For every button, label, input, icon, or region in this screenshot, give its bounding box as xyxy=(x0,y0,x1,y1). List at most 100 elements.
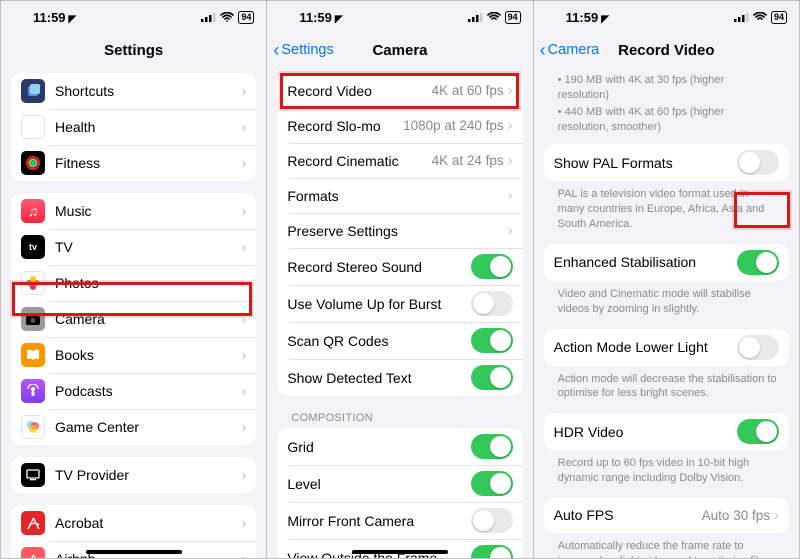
label: Grid xyxy=(287,439,470,455)
row-scan-qr[interactable]: Scan QR Codes xyxy=(277,322,522,359)
row-formats[interactable]: Formats › xyxy=(277,178,522,213)
podcasts-icon xyxy=(21,379,45,403)
toggle[interactable] xyxy=(471,328,513,353)
label: Level xyxy=(287,476,470,492)
label: Mirror Front Camera xyxy=(287,513,470,529)
back-label: Settings xyxy=(281,42,333,58)
row-fitness[interactable]: Fitness › xyxy=(11,145,256,181)
game-center-icon xyxy=(21,415,45,439)
row-shortcuts[interactable]: Shortcuts › xyxy=(11,73,256,109)
acrobat-icon xyxy=(21,511,45,535)
row-photos[interactable]: Photos › xyxy=(11,265,256,301)
label: Shortcuts xyxy=(55,83,241,99)
footer-action-mode: Action mode will decrease the stabilisat… xyxy=(558,372,777,402)
tvprovider-icon xyxy=(21,463,45,487)
chevron-right-icon: › xyxy=(241,551,246,559)
toggle[interactable] xyxy=(737,335,779,360)
chevron-right-icon: › xyxy=(241,155,246,172)
footer-autofps: Automatically reduce the frame rate to i… xyxy=(558,539,777,558)
label: Acrobat xyxy=(55,515,241,531)
row-show-pal[interactable]: Show PAL Formats xyxy=(544,144,789,181)
label: Music xyxy=(55,203,241,219)
back-label: Camera xyxy=(548,42,600,58)
row-record-slomo[interactable]: Record Slo-mo 1080p at 240 fps › xyxy=(277,108,522,143)
nav-back[interactable]: ‹Camera xyxy=(540,33,600,67)
label: TV Provider xyxy=(55,467,241,483)
row-record-video[interactable]: Record Video 4K at 60 fps › xyxy=(277,73,522,108)
label: Health xyxy=(55,119,241,135)
label: Record Video xyxy=(287,83,431,99)
toggle[interactable] xyxy=(471,254,513,279)
row-volume-up-burst[interactable]: Use Volume Up for Burst xyxy=(277,285,522,322)
label: Books xyxy=(55,347,241,363)
row-show-detected-text[interactable]: Show Detected Text xyxy=(277,359,522,396)
chevron-right-icon: › xyxy=(241,203,246,220)
label: Scan QR Codes xyxy=(287,333,470,349)
chevron-right-icon: › xyxy=(241,239,246,256)
pal-group: Show PAL Formats xyxy=(544,144,789,181)
row-auto-fps[interactable]: Auto FPS Auto 30 fps › xyxy=(544,498,789,533)
label: Podcasts xyxy=(55,383,241,399)
value: 4K at 24 fps xyxy=(432,153,504,168)
nav-back[interactable]: ‹Settings xyxy=(273,33,333,67)
toggle[interactable] xyxy=(737,419,779,444)
label: Show PAL Formats xyxy=(554,155,737,171)
label: Game Center xyxy=(55,419,241,435)
row-tv[interactable]: tv TV › xyxy=(11,229,256,265)
row-music[interactable]: ♫ Music › xyxy=(11,193,256,229)
footer-stabilisation: Video and Cinematic mode will stabilise … xyxy=(558,287,777,317)
row-record-stereo[interactable]: Record Stereo Sound xyxy=(277,248,522,285)
row-enhanced-stabilisation[interactable]: Enhanced Stabilisation xyxy=(544,244,789,281)
settings-group-2: ♫ Music › tv TV › Photos › Camera › B xyxy=(11,193,256,445)
chevron-right-icon: › xyxy=(508,117,513,134)
chevron-left-icon: ‹ xyxy=(273,41,279,59)
row-view-outside-frame[interactable]: View Outside the Frame xyxy=(277,539,522,558)
row-podcasts[interactable]: Podcasts › xyxy=(11,373,256,409)
nav-bar: ‹Camera Record Video xyxy=(534,33,799,67)
row-tv-provider[interactable]: TV Provider › xyxy=(11,457,256,493)
nav-title: Camera xyxy=(372,42,427,59)
row-books[interactable]: Books › xyxy=(11,337,256,373)
row-action-mode-lower-light[interactable]: Action Mode Lower Light xyxy=(544,329,789,366)
chevron-right-icon: › xyxy=(241,467,246,484)
row-grid[interactable]: Grid xyxy=(277,428,522,465)
wifi-icon xyxy=(753,12,767,22)
label: Record Slo-mo xyxy=(287,118,403,134)
row-camera[interactable]: Camera › xyxy=(11,301,256,337)
camera-options-group: Record Video 4K at 60 fps › Record Slo-m… xyxy=(277,73,522,396)
autofps-group: Auto FPS Auto 30 fps › xyxy=(544,498,789,533)
toggle[interactable] xyxy=(471,291,513,316)
chevron-right-icon: › xyxy=(508,187,513,204)
toggle[interactable] xyxy=(737,250,779,275)
fitness-icon xyxy=(21,151,45,175)
row-level[interactable]: Level xyxy=(277,465,522,502)
chevron-right-icon: › xyxy=(774,507,779,524)
toggle[interactable] xyxy=(471,365,513,390)
row-preserve-settings[interactable]: Preserve Settings › xyxy=(277,213,522,248)
status-bar: 11:59◤ 94 xyxy=(267,1,532,33)
toggle[interactable] xyxy=(471,508,513,533)
settings-group-3: TV Provider › xyxy=(11,457,256,493)
nav-bar: ‹Settings Camera xyxy=(267,33,532,67)
row-acrobat[interactable]: Acrobat › xyxy=(11,505,256,541)
row-game-center[interactable]: Game Center › xyxy=(11,409,256,445)
chevron-right-icon: › xyxy=(508,82,513,99)
toggle[interactable] xyxy=(737,150,779,175)
row-mirror-front[interactable]: Mirror Front Camera xyxy=(277,502,522,539)
label: TV xyxy=(55,239,241,255)
row-record-cinematic[interactable]: Record Cinematic 4K at 24 fps › xyxy=(277,143,522,178)
toggle[interactable] xyxy=(471,545,513,558)
row-health[interactable]: ♥ Health › xyxy=(11,109,256,145)
location-icon: ◤ xyxy=(335,14,343,25)
chevron-right-icon: › xyxy=(241,83,246,100)
cellular-icon xyxy=(201,12,216,22)
location-icon: ◤ xyxy=(69,14,77,25)
row-hdr-video[interactable]: HDR Video xyxy=(544,413,789,450)
toggle[interactable] xyxy=(471,471,513,496)
wifi-icon xyxy=(220,12,234,22)
home-indicator xyxy=(352,550,448,554)
toggle[interactable] xyxy=(471,434,513,459)
settings-screen: 11:59◤ 94 Settings Shortcuts › ♥ Health … xyxy=(0,0,267,559)
camera-settings-screen: 11:59◤ 94 ‹Settings Camera Record Video … xyxy=(267,0,533,559)
info-line-1: • 190 MB with 4K at 30 fps (higher resol… xyxy=(544,67,789,105)
